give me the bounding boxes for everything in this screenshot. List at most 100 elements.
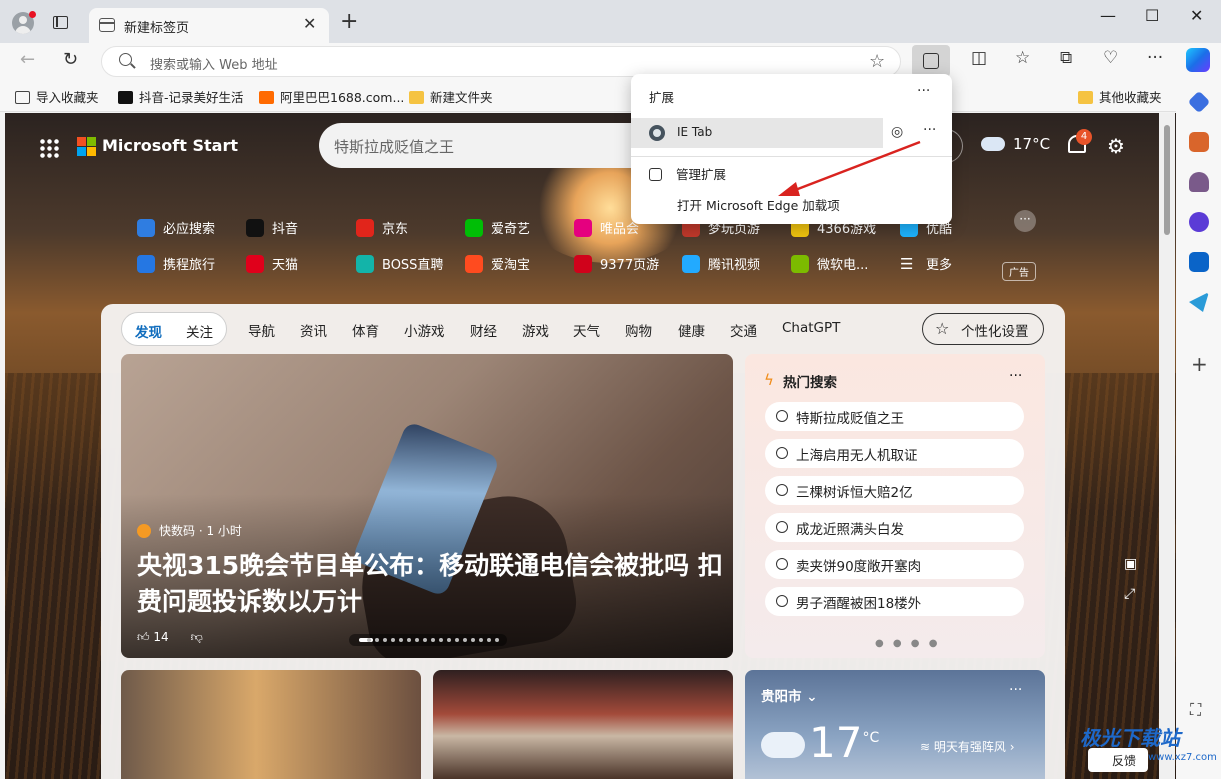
carousel-dot[interactable] (415, 638, 419, 642)
weather-widget[interactable]: 17°C (981, 135, 1050, 153)
trending-item[interactable]: 三棵树诉恒大赔2亿 (765, 476, 1024, 505)
carousel-dot[interactable] (487, 638, 491, 642)
favorite-star-icon[interactable]: ☆ (869, 51, 885, 72)
carousel-dot[interactable] (495, 638, 499, 642)
quick-link[interactable]: 必应搜索 (137, 218, 215, 237)
manage-extensions-item[interactable]: 管理扩展 (649, 164, 726, 183)
carousel-dot[interactable] (391, 638, 395, 642)
add-icon[interactable]: + (1191, 352, 1208, 376)
quick-link[interactable]: 唯品会 (574, 218, 639, 237)
minimize-icon[interactable]: — (1100, 6, 1116, 25)
feed-nav-item[interactable]: 购物 (625, 320, 652, 340)
back-icon[interactable]: ← (20, 51, 35, 69)
expand-icon[interactable]: ⤢ (1124, 586, 1135, 602)
quick-link[interactable]: 京东 (356, 218, 408, 237)
app-launcher-icon[interactable] (39, 138, 59, 158)
split-screen-icon[interactable]: ◫ (971, 50, 987, 67)
carousel-dots[interactable] (349, 634, 507, 646)
scrollbar-thumb[interactable] (1164, 125, 1170, 235)
favorites-icon[interactable]: ☆ (1015, 50, 1030, 67)
quick-link[interactable]: BOSS直聘 (356, 254, 443, 273)
carousel-dot[interactable] (431, 638, 435, 642)
feed-nav-item[interactable]: 天气 (573, 320, 600, 340)
address-bar[interactable]: 搜索或输入 Web 地址 ☆ (101, 46, 901, 77)
games-icon[interactable] (1189, 172, 1209, 192)
open-addons-link[interactable]: 打开 Microsoft Edge 加载项 (677, 195, 840, 214)
quick-link[interactable]: 微软电... (791, 254, 868, 273)
send-icon[interactable] (1189, 292, 1209, 312)
close-window-icon[interactable]: ✕ (1190, 6, 1203, 25)
refresh-icon[interactable]: ↻ (63, 51, 78, 69)
trending-page-dots[interactable]: ● ● ● ● (875, 638, 940, 649)
microsoft-365-icon[interactable] (1189, 212, 1209, 232)
extensions-button[interactable] (912, 45, 950, 77)
tab-discover[interactable]: 发现 (135, 321, 162, 341)
weather-city[interactable]: 贵阳市 ⌄ (761, 685, 818, 705)
weather-card[interactable]: 贵阳市 ⌄ ··· 17°C ≋ 明天有强阵风 › (745, 670, 1045, 779)
feed-nav-item[interactable]: 财经 (470, 320, 497, 340)
extension-item-ie-tab[interactable]: IE Tab (631, 118, 883, 148)
carousel-dot[interactable] (423, 638, 427, 642)
carousel-dot[interactable] (439, 638, 443, 642)
news-card[interactable] (433, 670, 733, 779)
browser-essentials-icon[interactable]: ♡ (1103, 50, 1118, 67)
feed-nav-item[interactable]: 小游戏 (404, 320, 445, 340)
fav-new-folder[interactable]: 新建文件夹 (409, 87, 493, 106)
like-button[interactable]: 👍︎ 14 👎︎ (137, 630, 203, 645)
carousel-dot[interactable] (463, 638, 467, 642)
carousel-dot[interactable] (471, 638, 475, 642)
page-scrollbar[interactable] (1159, 113, 1175, 779)
carousel-dot[interactable] (447, 638, 451, 642)
collections-icon[interactable]: ⧉ (1060, 50, 1072, 67)
trending-item[interactable]: 特斯拉成贬值之王 (765, 402, 1024, 431)
quick-link[interactable]: 抖音 (246, 218, 298, 237)
hide-eye-icon[interactable]: ◎ (891, 124, 903, 140)
trending-item[interactable]: 成龙近照满头白发 (765, 513, 1024, 542)
feed-nav-item[interactable]: 导航 (248, 320, 275, 340)
gear-icon[interactable]: ⚙ (1107, 134, 1125, 158)
quick-links-more-icon[interactable]: ··· (1014, 210, 1036, 232)
feed-nav-item[interactable]: 健康 (678, 320, 705, 340)
copilot-icon[interactable] (1186, 48, 1210, 72)
tag-icon[interactable] (1187, 90, 1211, 114)
personalize-button[interactable]: 个性化设置 (922, 313, 1044, 345)
fav-import[interactable]: 导入收藏夹 (15, 87, 99, 106)
tab-following[interactable]: 关注 (186, 321, 213, 341)
extension-more-icon[interactable]: ··· (923, 122, 936, 138)
quick-link[interactable]: 携程旅行 (137, 254, 215, 273)
thumbs-down-icon[interactable]: 👎︎ (191, 630, 203, 644)
carousel-dot[interactable] (407, 638, 411, 642)
carousel-dot[interactable] (399, 638, 403, 642)
wallpaper-icon[interactable]: ▣ (1124, 556, 1137, 572)
fav-1688[interactable]: 阿里巴巴1688.com... (259, 87, 404, 106)
more-icon[interactable]: ··· (1009, 368, 1022, 384)
quick-link[interactable]: ☰ 更多 (900, 254, 952, 273)
news-card[interactable] (121, 670, 421, 779)
carousel-dot[interactable] (375, 638, 379, 642)
feed-nav-item[interactable]: ChatGPT (782, 320, 840, 336)
trending-item[interactable]: 男子酒醒被困18楼外 (765, 587, 1024, 616)
hero-title[interactable]: 央视315晚会节目单公布：移动联通电信会被批吗 扣费问题投诉数以万计 (137, 548, 727, 620)
more-icon[interactable]: ··· (1009, 682, 1022, 698)
trending-item[interactable]: 上海启用无人机取证 (765, 439, 1024, 468)
new-tab-button[interactable]: + (340, 11, 358, 33)
more-menu-icon[interactable]: ··· (1147, 50, 1163, 67)
trending-item[interactable]: 卖夹饼90度敞开塞肉 (765, 550, 1024, 579)
carousel-dot[interactable] (479, 638, 483, 642)
fav-douyin[interactable]: 抖音-记录美好生活 (118, 87, 244, 106)
feed-nav-item[interactable]: 资讯 (300, 320, 327, 340)
quick-link[interactable]: 爱淘宝 (465, 254, 530, 273)
carousel-dot[interactable] (455, 638, 459, 642)
feed-nav-item[interactable]: 交通 (730, 320, 757, 340)
tab-new-tab[interactable]: 新建标签页 ✕ (89, 8, 329, 43)
feedback-button[interactable]: 反馈 (1088, 748, 1148, 772)
quick-link[interactable]: 9377页游 (574, 254, 659, 273)
hero-article-card[interactable]: 快数码 · 1 小时 央视315晚会节目单公布：移动联通电信会被批吗 扣费问题投… (121, 354, 733, 658)
quick-link[interactable]: 腾讯视频 (682, 254, 760, 273)
tab-actions-icon[interactable] (53, 16, 68, 29)
carousel-dot[interactable] (367, 638, 371, 642)
page-search-box[interactable]: 特斯拉成贬值之王 (319, 123, 659, 168)
feed-nav-item[interactable]: 游戏 (522, 320, 549, 340)
weather-forecast[interactable]: ≋ 明天有强阵风 › (920, 738, 1015, 755)
close-tab-icon[interactable]: ✕ (303, 14, 316, 33)
